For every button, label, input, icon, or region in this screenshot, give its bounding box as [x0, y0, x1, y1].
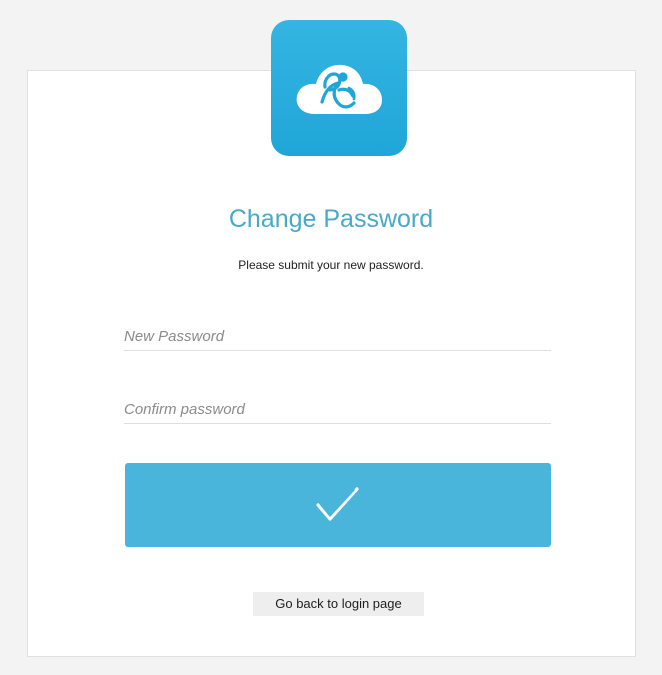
- confirm-password-field[interactable]: [124, 396, 551, 424]
- checkmark-icon: [316, 487, 359, 521]
- back-to-login-link[interactable]: Go back to login page: [253, 592, 424, 616]
- new-password-field[interactable]: [124, 322, 551, 351]
- submit-button[interactable]: [125, 463, 551, 547]
- cloud-runner-logo-icon: [296, 64, 382, 114]
- page-subtitle: Please submit your new password.: [238, 258, 424, 272]
- app-logo: [271, 20, 407, 156]
- change-password-page: Change Password Please submit your new p…: [0, 0, 662, 675]
- page-title: Change Password: [228, 205, 434, 233]
- change-password-card: [27, 70, 636, 657]
